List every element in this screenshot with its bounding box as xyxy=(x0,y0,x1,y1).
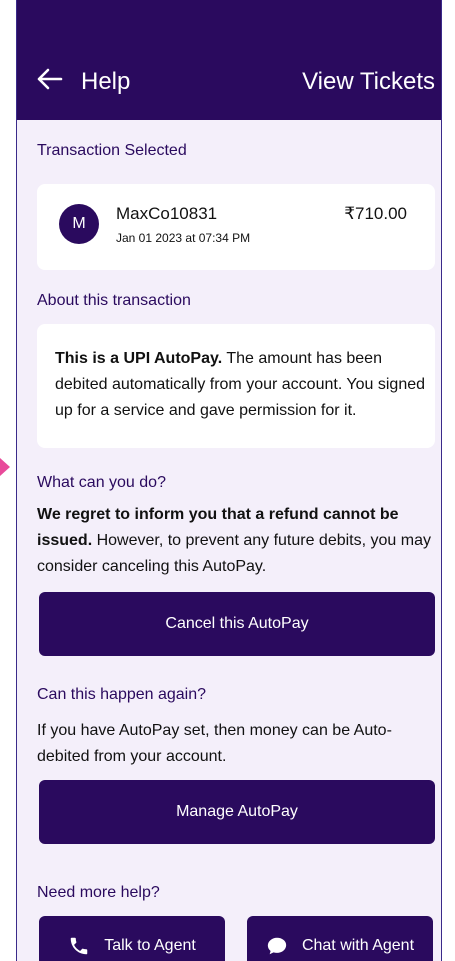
page-title: Help xyxy=(81,68,131,95)
chat-with-agent-label: Chat with Agent xyxy=(301,937,415,954)
refund-message: We regret to inform you that a refund ca… xyxy=(37,502,437,580)
transaction-amount: ₹710.00 xyxy=(344,204,407,223)
transaction-date: Jan 01 2023 at 07:34 PM xyxy=(116,231,251,245)
back-button[interactable] xyxy=(35,64,65,94)
about-description: This is a UPI AutoPay. The amount has be… xyxy=(55,346,425,424)
merchant-avatar: M xyxy=(59,204,99,244)
transaction-card[interactable]: M MaxCo10831 Jan 01 2023 at 07:34 PM ₹71… xyxy=(37,184,435,270)
side-indicator xyxy=(0,458,10,476)
about-section-label: About this transaction xyxy=(37,292,191,309)
more-help-label: Need more help? xyxy=(37,884,160,901)
phone-icon xyxy=(70,937,88,955)
what-can-you-do-label: What can you do? xyxy=(37,474,166,491)
refund-body-text: However, to prevent any future debits, y… xyxy=(37,532,431,575)
transaction-section-label: Transaction Selected xyxy=(37,142,187,159)
view-tickets-link[interactable]: View Tickets xyxy=(302,68,435,96)
happen-again-text: If you have AutoPay set, then money can … xyxy=(37,722,392,765)
merchant-name: MaxCo10831 xyxy=(116,204,218,223)
about-card: This is a UPI AutoPay. The amount has be… xyxy=(37,324,435,448)
chat-with-agent-button[interactable]: Chat with Agent xyxy=(247,916,433,961)
about-bold-text: This is a UPI AutoPay. xyxy=(55,350,223,367)
top-app-bar: Help View Tickets xyxy=(17,0,441,120)
talk-to-agent-label: Talk to Agent xyxy=(104,937,196,954)
app-screen: Help View Tickets Transaction Selected M… xyxy=(16,0,442,961)
arrow-left-icon xyxy=(37,68,63,90)
manage-autopay-button[interactable]: Manage AutoPay xyxy=(39,780,435,844)
talk-to-agent-button[interactable]: Talk to Agent xyxy=(39,916,225,961)
happen-again-label: Can this happen again? xyxy=(37,686,207,703)
chat-bubble-icon xyxy=(267,937,287,955)
cancel-autopay-button[interactable]: Cancel this AutoPay xyxy=(39,592,435,656)
